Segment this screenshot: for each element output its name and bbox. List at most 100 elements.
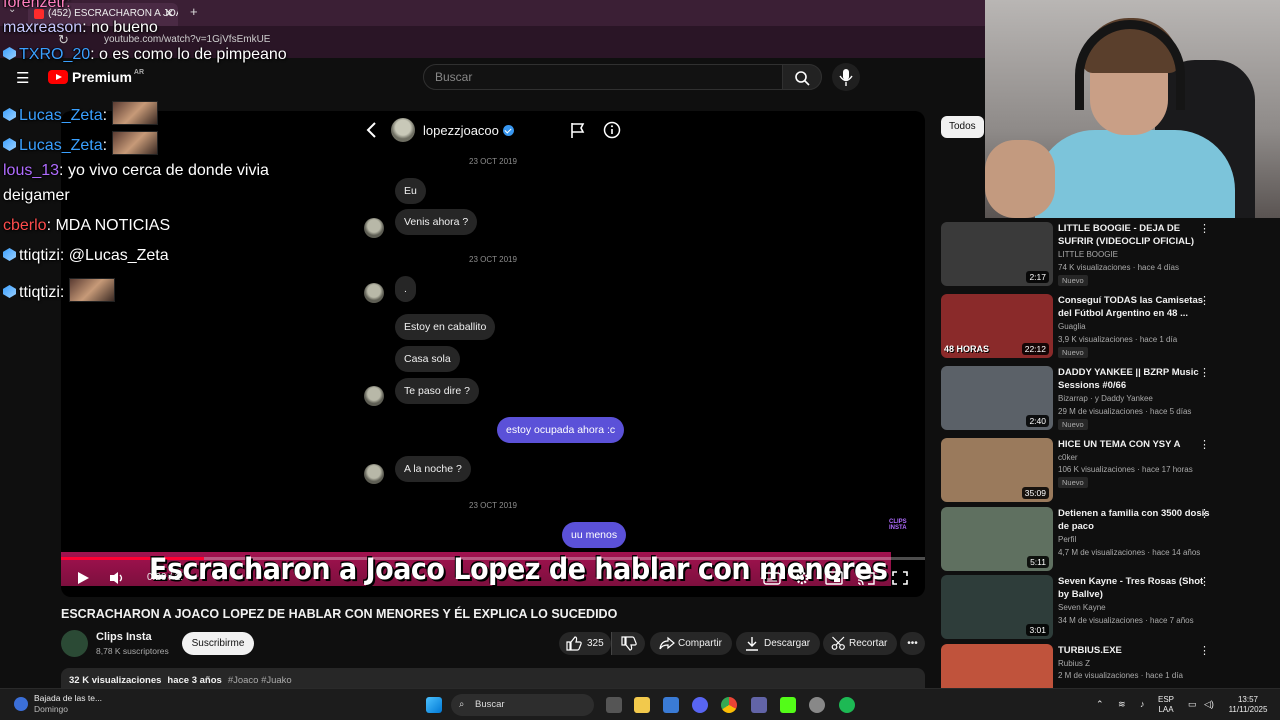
like-button[interactable]: 325 — [559, 632, 611, 655]
video-title[interactable]: LITTLE BOOGIE - DEJA DE SUFRIR (VIDEOCLI… — [1058, 222, 1210, 248]
cast-icon[interactable] — [857, 570, 875, 586]
upload-age: hace 3 años — [167, 675, 222, 686]
chat-message: ttiqtizi: @Lucas_Zeta — [3, 247, 169, 265]
more-vertical-icon[interactable]: ⋮ — [1199, 507, 1210, 520]
play-icon[interactable] — [75, 570, 91, 586]
weather-widget[interactable]: Bajada de las te... Domingo — [14, 693, 102, 715]
dm-message: Eu — [395, 178, 426, 204]
channel-name[interactable]: Seven Kayne — [1058, 603, 1106, 612]
share-button[interactable]: Compartir — [650, 632, 732, 655]
recommended-video[interactable]: 2:40 DADDY YANKEE || BZRP Music Sessions … — [941, 366, 1241, 430]
youtube-logo[interactable]: Premium AR — [48, 69, 144, 85]
more-vertical-icon[interactable]: ⋮ — [1199, 438, 1210, 451]
spotify-icon[interactable] — [839, 697, 855, 713]
weather-icon — [14, 697, 28, 711]
channel-name[interactable]: Guaglia — [1058, 322, 1086, 331]
menu-icon[interactable]: ☰ — [16, 69, 29, 87]
store-icon[interactable] — [663, 697, 679, 713]
chat-username: Lucas_Zeta — [19, 107, 103, 124]
more-vertical-icon[interactable]: ⋮ — [1199, 366, 1210, 379]
channel-name[interactable]: Bizarrap · y Daddy Yankee — [1058, 394, 1153, 403]
display-icon[interactable]: ▭ — [1188, 699, 1197, 709]
video-thumbnail[interactable]: 35:09 — [941, 438, 1053, 502]
video-thumbnail[interactable]: 2:40 — [941, 366, 1053, 430]
dislike-button[interactable] — [611, 632, 645, 655]
video-title[interactable]: HICE UN TEMA CON YSY A — [1058, 438, 1210, 451]
download-button[interactable]: Descargar — [736, 632, 821, 655]
recommended-video[interactable]: 35:09 HICE UN TEMA CON YSY A c0ker 106 K vi… — [941, 438, 1241, 502]
filter-chip-all[interactable]: Todos — [941, 116, 984, 138]
channel-name[interactable]: LITTLE BOOGIE — [1058, 250, 1118, 259]
more-actions-button[interactable]: ••• — [900, 632, 925, 655]
video-thumbnail[interactable]: 3:01 — [941, 575, 1053, 639]
close-tab-icon[interactable]: ✕ — [165, 3, 174, 25]
task-view-icon[interactable] — [606, 697, 622, 713]
flag-icon — [571, 123, 585, 138]
dm-username: lopezzjoacoo — [423, 123, 514, 138]
channel-avatar[interactable] — [61, 630, 88, 657]
wifi-icon[interactable]: ≋ — [1118, 699, 1126, 709]
video-title[interactable]: Conseguí TODAS las Camisetas del Fútbol … — [1058, 294, 1210, 320]
hashtags[interactable]: #Joaco #Juako — [228, 675, 292, 686]
video-title[interactable]: TURBIUS.EXE — [1058, 644, 1210, 657]
video-thumbnail[interactable]: 2:17 — [941, 222, 1053, 286]
chat-text: : MDA NOTICIAS — [46, 217, 171, 234]
channel-name[interactable]: Rubius Z — [1058, 659, 1090, 668]
obs-icon[interactable] — [809, 697, 825, 713]
chat-username: maxreason — [3, 19, 83, 36]
subtitles-icon[interactable] — [763, 570, 781, 586]
chrome-icon[interactable] — [721, 697, 737, 713]
new-badge: Nuevo — [1058, 477, 1088, 488]
recommended-video[interactable]: 2:17 LITTLE BOOGIE - DEJA DE SUFRIR (VIDE… — [941, 222, 1241, 286]
mic-tray-icon[interactable]: ♪ — [1140, 699, 1145, 709]
miniplayer-icon[interactable] — [825, 570, 843, 586]
chat-username: lous_13 — [3, 162, 60, 179]
kick-icon[interactable] — [780, 697, 796, 713]
channel-name[interactable]: Clips Insta — [96, 631, 152, 643]
file-explorer-icon[interactable] — [634, 697, 650, 713]
search-input[interactable]: Buscar — [423, 64, 783, 90]
speaker-icon[interactable]: ◁) — [1204, 699, 1214, 709]
video-title[interactable]: Seven Kayne - Tres Rosas (Shot by Ballve… — [1058, 575, 1210, 601]
verified-badge-icon — [502, 125, 514, 136]
video-thumbnail[interactable]: 48 HORAS 22:12 — [941, 294, 1053, 358]
recommended-video[interactable]: 5:11 Detienen a familia con 3500 dosis de… — [941, 507, 1241, 571]
recommended-video[interactable]: 3:01 Seven Kayne - Tres Rosas (Shot by Ba… — [941, 575, 1241, 639]
voice-search-button[interactable] — [832, 63, 860, 91]
start-windows-icon[interactable] — [426, 697, 442, 713]
new-tab-icon[interactable]: + — [190, 4, 198, 19]
volume-icon[interactable] — [108, 570, 126, 586]
search-button[interactable] — [782, 64, 822, 90]
tray-chevron-icon[interactable]: ⌃ — [1096, 699, 1104, 709]
video-title[interactable]: DADDY YANKEE || BZRP Music Sessions #0/6… — [1058, 366, 1210, 392]
discord-icon[interactable] — [692, 697, 708, 713]
chat-message: TXRO_20: o es como lo de pimpeano — [3, 46, 287, 64]
more-vertical-icon[interactable]: ⋮ — [1199, 575, 1210, 588]
more-vertical-icon[interactable]: ⋮ — [1199, 644, 1210, 657]
clip-label: Recortar — [849, 638, 888, 649]
video-thumbnail[interactable]: 5:11 — [941, 507, 1053, 571]
settings-gear-icon[interactable] — [793, 570, 811, 586]
youtube-header: ☰ Premium AR Buscar — [0, 58, 985, 98]
chat-badge-icon — [3, 138, 16, 151]
more-vertical-icon[interactable]: ⋮ — [1199, 222, 1210, 235]
language-indicator[interactable]: ESP LAA — [1158, 695, 1174, 715]
teams-icon[interactable] — [751, 697, 767, 713]
more-vertical-icon[interactable]: ⋮ — [1199, 294, 1210, 307]
fullscreen-icon[interactable] — [891, 570, 909, 586]
chat-text: : o es como lo de pimpeano — [90, 46, 287, 63]
clip-button[interactable]: Recortar — [823, 632, 898, 655]
chat-text: : @Lucas_Zeta — [59, 247, 169, 264]
channel-name[interactable]: Perfil — [1058, 535, 1076, 544]
channel-name[interactable]: c0ker — [1058, 453, 1078, 462]
weather-title: Bajada de las te... — [34, 693, 103, 703]
video-player[interactable]: lopezzjoacoo 23 OCT 2019 Eu Venis ahora … — [61, 111, 925, 597]
clock[interactable]: 13:57 11/11/2025 — [1222, 695, 1274, 715]
subscribe-button[interactable]: Suscribirme — [182, 632, 254, 655]
video-title[interactable]: Detienen a familia con 3500 dosis de pac… — [1058, 507, 1210, 533]
taskbar-search[interactable]: ⌕ Buscar — [451, 694, 594, 716]
recommended-video[interactable]: 48 HORAS 22:12 Conseguí TODAS las Camiseta… — [941, 294, 1241, 358]
new-badge: Nuevo — [1058, 275, 1088, 286]
chat-username: TXRO_20 — [19, 46, 91, 63]
scissors-icon — [831, 636, 845, 650]
